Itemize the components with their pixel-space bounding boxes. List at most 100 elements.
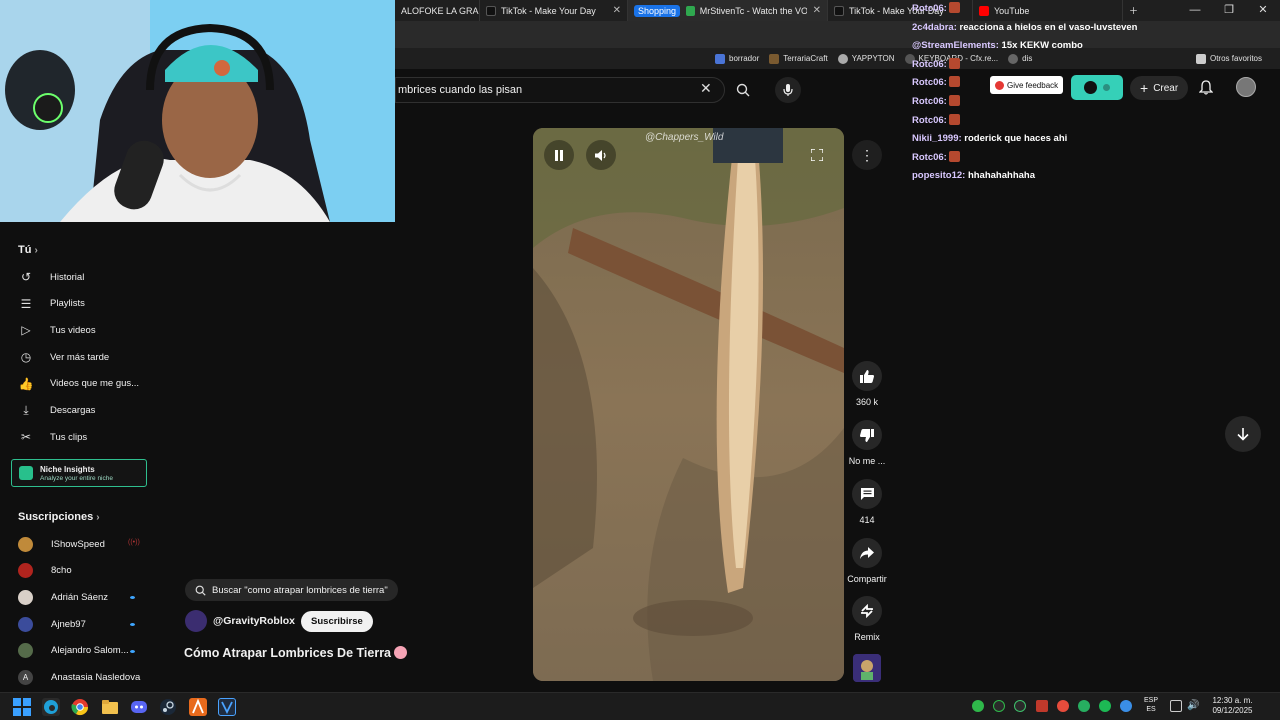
next-short-button[interactable] (1225, 416, 1261, 452)
chat-username[interactable]: Rotc06: (912, 59, 947, 70)
volume-tray-icon[interactable]: 🔊 (1187, 700, 1199, 712)
search-input[interactable]: mbrices cuando las pisan (395, 77, 725, 103)
tab-alofoke[interactable]: ALOFOKE LA GRA✕ (395, 0, 480, 21)
sidebar-item[interactable]: ▷ Tus videos (18, 320, 95, 340)
pause-button[interactable] (544, 140, 574, 170)
app-a-icon[interactable] (189, 698, 207, 716)
tab-mrstiventc[interactable]: Shopping MrStivenTc - Watch the VOD o ✕ (628, 0, 828, 21)
chat-username[interactable]: Nikii_1999: (912, 133, 962, 144)
chevron-right-icon: › (96, 512, 100, 523)
windows-start-icon[interactable] (13, 698, 31, 716)
give-feedback-button[interactable]: Give feedback (990, 76, 1064, 94)
like-button[interactable]: 360 k (846, 361, 888, 407)
plus-icon: + (1140, 80, 1149, 96)
app-v-icon[interactable] (218, 698, 236, 716)
channel-avatar[interactable] (185, 610, 207, 632)
steam-icon[interactable] (159, 698, 177, 716)
clear-search-icon[interactable]: ✕ (700, 80, 712, 97)
comments-button[interactable]: 414 (846, 479, 888, 525)
tray-app-icon[interactable] (1014, 700, 1026, 712)
chat-text: roderick que haces ahi (964, 133, 1068, 145)
chat-username[interactable]: Rotc06: (912, 152, 947, 163)
sidebar-item[interactable]: ◷ Ver más tarde (18, 347, 109, 367)
remix-button[interactable]: Remix (846, 596, 888, 642)
more-options-button[interactable]: ⋮ (852, 140, 882, 170)
subscription-item[interactable]: A Anastasia Nasledova (18, 668, 140, 688)
channel-thumbnail[interactable] (853, 654, 881, 682)
close-window-icon[interactable]: ✕ (1246, 0, 1280, 21)
watch-later-icon: ◷ (20, 350, 32, 365)
download-icon: ⤓ (23, 403, 29, 417)
sidebar-item[interactable]: ↺ Historial (18, 267, 84, 287)
chrome-icon[interactable] (71, 698, 89, 716)
notifications-icon[interactable] (1198, 80, 1214, 98)
sidebar-item[interactable]: ⤓ Descargas (18, 401, 95, 421)
file-explorer-icon[interactable] (101, 698, 119, 716)
chat-username[interactable]: 2c4dabra: (912, 22, 957, 33)
chat-username[interactable]: popesito12: (912, 170, 965, 181)
extension-button[interactable] (1071, 75, 1123, 100)
video-watermark: @Chappers_Wild (645, 132, 724, 143)
niche-insights-banner[interactable]: Niche Insights Analyze your entire niche (11, 459, 147, 487)
subscription-item[interactable]: Alejandro Salom... (18, 641, 129, 661)
tray-app-icon[interactable] (1120, 700, 1132, 712)
system-clock[interactable]: 12:30 a. m. 09/12/2025 (1205, 696, 1260, 716)
volume-button[interactable] (586, 140, 616, 170)
chat-username[interactable]: Rotc06: (912, 3, 947, 14)
subscription-item[interactable]: Adrián Sáenz (18, 587, 108, 607)
extension-icon (1084, 81, 1097, 94)
tray-app-icon[interactable] (972, 700, 984, 712)
your-videos-icon: ▷ (21, 323, 31, 338)
shopping-badge[interactable]: Shopping (634, 4, 681, 17)
tray-app-icon[interactable] (1036, 700, 1048, 712)
chat-username[interactable]: Rotc06: (912, 115, 947, 126)
bookmark-yappyton[interactable]: YAPPYTON (837, 53, 895, 64)
niche-insights-logo (19, 466, 33, 480)
windows-taskbar: ESP ES 🔊 12:30 a. m. 09/12/2025 (0, 692, 1280, 720)
dislike-button[interactable]: No me ... (846, 420, 888, 466)
close-icon[interactable]: ✕ (813, 5, 821, 16)
tab-tiktok-1[interactable]: TikTok - Make Your Day ✕ (480, 0, 628, 21)
create-button[interactable]: + Crear (1130, 76, 1189, 100)
subscription-item[interactable]: Ajneb97 (18, 614, 86, 634)
subscribe-button[interactable]: Suscribirse (301, 610, 373, 632)
mic-icon (783, 84, 793, 96)
account-avatar[interactable] (1236, 77, 1256, 97)
tray-record-icon[interactable] (1057, 700, 1069, 712)
fullscreen-button[interactable] (802, 140, 832, 170)
close-icon[interactable]: ✕ (613, 5, 621, 16)
subscription-item[interactable]: IShowSpeed (18, 534, 105, 554)
lang-bottom: ES (1146, 706, 1156, 713)
share-button[interactable]: Compartir (846, 538, 888, 584)
sidebar-item[interactable]: 👍 Videos que me gus... (18, 374, 140, 394)
short-title-text: Cómo Atrapar Lombrices De Tierra (184, 646, 392, 660)
chat-emote-icon (948, 76, 960, 88)
related-search-chip[interactable]: Buscar "como atrapar lombrices de tierra… (185, 579, 398, 601)
new-content-dot (130, 596, 135, 600)
tray-app-icon[interactable] (1078, 700, 1090, 712)
sidebar-item[interactable]: ☰ Playlists (18, 294, 85, 314)
short-video-player[interactable] (533, 128, 844, 681)
network-icon[interactable] (1170, 700, 1182, 712)
chat-username[interactable]: @StreamElements: (912, 40, 999, 51)
chat-message: Rotc06: (912, 112, 1242, 131)
lang-top: ESP (1144, 697, 1159, 704)
subscription-item[interactable]: 8cho (18, 561, 72, 581)
chat-username[interactable]: Rotc06: (912, 77, 947, 88)
bookmark-terrariacraft[interactable]: TerrariaCraft (769, 53, 828, 64)
spotify-icon[interactable] (1099, 700, 1111, 712)
language-indicator[interactable]: ESP ES (1144, 696, 1158, 714)
voice-search-button[interactable] (775, 77, 801, 103)
sidebar-item[interactable]: ✂ Tus clips (18, 427, 87, 447)
discord-icon[interactable] (130, 698, 148, 716)
edge-icon[interactable] (42, 698, 60, 716)
chat-emote-icon (948, 150, 960, 162)
bookmark-borrador[interactable]: borrador (715, 53, 759, 64)
channel-name[interactable]: @GravityRoblox (213, 615, 295, 627)
search-icon (195, 585, 206, 596)
search-button[interactable] (728, 77, 758, 103)
subscriptions-header[interactable]: Suscripciones › (18, 511, 100, 523)
tray-app-icon[interactable] (993, 700, 1005, 712)
chat-username[interactable]: Rotc06: (912, 96, 947, 107)
you-section-header[interactable]: Tú › (18, 244, 38, 256)
